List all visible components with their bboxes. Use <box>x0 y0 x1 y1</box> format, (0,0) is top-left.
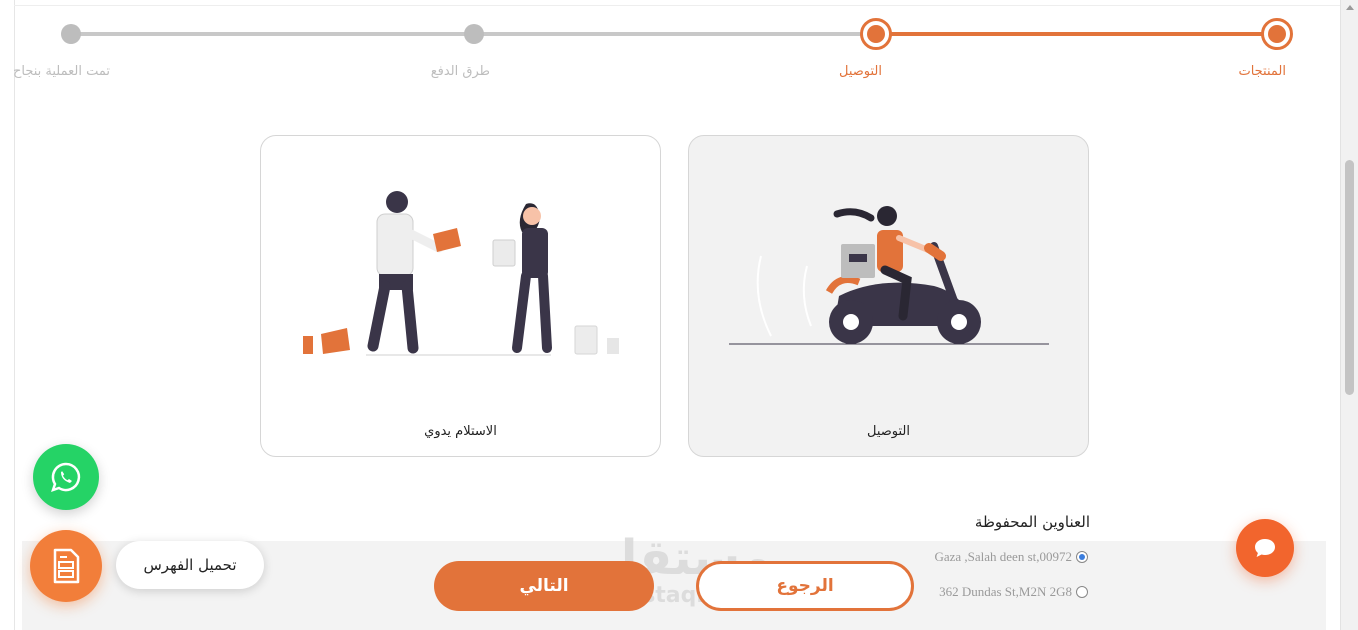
scrollbar-thumb[interactable] <box>1345 160 1354 395</box>
page-scrollbar[interactable] <box>1340 0 1358 630</box>
address-text-2: 362 Dundas St,M2N 2G8 <box>939 584 1072 599</box>
delivery-illustration <box>729 206 1049 345</box>
address-option-1[interactable]: Gaza ,Salah deen st,00972 <box>934 549 1088 565</box>
step-dot-products[interactable] <box>1261 18 1293 50</box>
document-icon <box>53 548 80 584</box>
address-radio-2[interactable] <box>1076 586 1088 598</box>
delivery-option-label: التوصيل <box>866 424 911 439</box>
catalog-download-label[interactable]: تحميل الفهرس <box>116 541 264 589</box>
checkout-stepper: المنتجات التوصيل طرق الدفع تمت العملية ب… <box>0 0 1340 100</box>
step-label-success[interactable]: تمت العملية بنجاح <box>13 64 110 79</box>
step-label-delivery[interactable]: التوصيل <box>839 64 882 79</box>
scroll-up-arrow-icon[interactable] <box>1346 5 1354 10</box>
checkout-page: المنتجات التوصيل طرق الدفع تمت العملية ب… <box>0 0 1358 630</box>
back-button[interactable]: الرجوع <box>696 561 914 611</box>
step-label-payment[interactable]: طرق الدفع <box>431 64 490 79</box>
step-dot-payment[interactable] <box>464 24 484 44</box>
step-dot-delivery[interactable] <box>860 18 892 50</box>
whatsapp-button[interactable] <box>33 444 99 510</box>
stepper-track-completed <box>876 32 1276 36</box>
delivery-option-card[interactable]: التوصيل <box>688 135 1089 457</box>
chat-bubble-icon <box>1255 539 1275 557</box>
address-option-2[interactable]: 362 Dundas St,M2N 2G8 <box>939 584 1088 600</box>
address-radio-1[interactable] <box>1076 551 1088 563</box>
whatsapp-icon <box>51 462 81 492</box>
pickup-option-card[interactable]: الاستلام يدوي <box>260 135 661 457</box>
next-button[interactable]: التالي <box>434 561 654 611</box>
step-dot-success[interactable] <box>61 24 81 44</box>
chat-button[interactable] <box>1236 519 1294 577</box>
pickup-option-label: الاستلام يدوي <box>424 424 497 439</box>
address-text-1: Gaza ,Salah deen st,00972 <box>934 549 1072 564</box>
saved-addresses-title: العناوين المحفوظة <box>974 513 1090 531</box>
step-label-products[interactable]: المنتجات <box>1238 64 1286 79</box>
pickup-illustration <box>303 191 619 356</box>
catalog-download-button[interactable] <box>30 530 102 602</box>
